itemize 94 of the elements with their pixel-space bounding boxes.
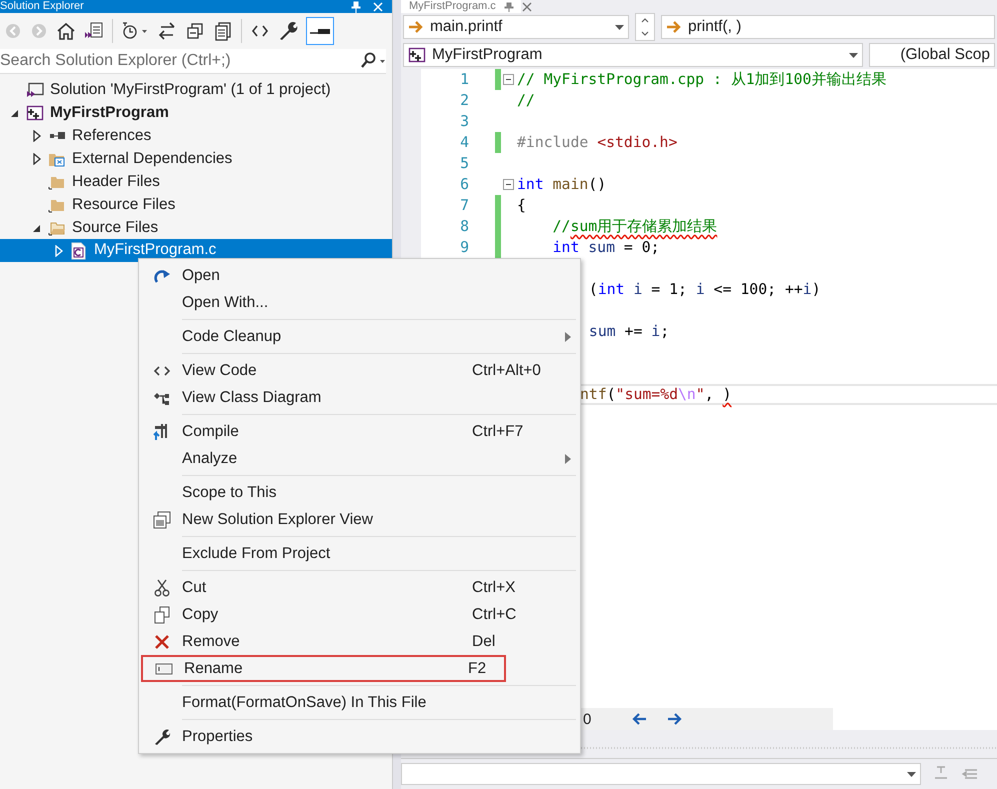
- code-line: #include <stdio.h>: [517, 134, 678, 151]
- history-clock-icon[interactable]: [121, 21, 149, 41]
- tree-item[interactable]: References: [72, 127, 152, 144]
- collapse-all-icon[interactable]: [185, 21, 205, 41]
- dropdown-caret-icon[interactable]: [849, 52, 858, 58]
- menu-item[interactable]: Scope to This: [141, 479, 578, 506]
- sync-icon[interactable]: [157, 21, 177, 41]
- menu-item[interactable]: Format(FormatOnSave) In This File: [141, 689, 578, 716]
- collapsed-arrow-icon[interactable]: [32, 130, 42, 142]
- preview-toggle-button[interactable]: [306, 17, 334, 45]
- tab-label: MyFirstProgram.c: [409, 0, 496, 13]
- spin-buttons[interactable]: [635, 13, 655, 41]
- collapse-box-icon[interactable]: [503, 74, 514, 85]
- collapsed-arrow-icon[interactable]: [32, 152, 42, 164]
- menu-item[interactable]: View Code Ctrl+Alt+0: [141, 357, 578, 384]
- line-number: 9: [459, 239, 469, 256]
- line-number: 4: [459, 134, 469, 151]
- line-number: 3: [459, 113, 469, 130]
- tree-item[interactable]: External Dependencies: [72, 150, 232, 167]
- scissors-icon: [154, 578, 170, 596]
- menu-item[interactable]: Analyze: [141, 445, 578, 472]
- menu-item[interactable]: New Solution Explorer View: [141, 506, 578, 533]
- dropdown-value: printf(, ): [688, 18, 742, 36]
- tree-item[interactable]: Solution 'MyFirstProgram' (1 of 1 project): [50, 81, 331, 98]
- project-icon: [26, 104, 44, 120]
- wrench-icon: [152, 728, 170, 746]
- dropdown-caret-icon[interactable]: [615, 24, 624, 30]
- code-line: int sum = 0;: [552, 239, 660, 256]
- windows-icon: [152, 510, 170, 528]
- tree-item[interactable]: Header Files: [72, 173, 160, 190]
- collapse-box-icon[interactable]: [503, 179, 514, 190]
- tree-item[interactable]: Source Files: [72, 219, 158, 236]
- copy-icon: [154, 606, 170, 624]
- menu-item[interactable]: Cut Ctrl+X: [141, 574, 578, 601]
- search-field[interactable]: Search Solution Explorer (Ctrl+;): [0, 49, 386, 74]
- dropdown-value: MyFirstProgram: [432, 46, 544, 64]
- project-dropdown[interactable]: MyFirstProgram: [403, 43, 864, 67]
- code-line: //sum用于存储累加结果: [552, 217, 718, 236]
- dropdown-value: main.printf: [430, 18, 504, 36]
- menu-item[interactable]: Remove Del: [141, 628, 578, 655]
- line-number: 2: [459, 92, 469, 109]
- code-icon: [152, 364, 170, 378]
- wrench-icon[interactable]: [278, 21, 298, 41]
- arrow-left-icon[interactable]: [631, 712, 648, 726]
- tree-item[interactable]: MyFirstProgram: [50, 104, 169, 121]
- menu-item[interactable]: Compile Ctrl+F7: [141, 418, 578, 445]
- expanded-arrow-icon[interactable]: [32, 222, 42, 232]
- code-line: // MyFirstProgram.cpp : 从1加到100并输出结果: [517, 70, 886, 89]
- redo-arrow-icon: [152, 268, 170, 284]
- menu-item[interactable]: Properties: [141, 723, 578, 750]
- line-number: 7: [459, 197, 469, 214]
- line-number: 1: [459, 71, 469, 88]
- dropdown-value: (Global Scop: [900, 46, 990, 64]
- scope-dropdown[interactable]: (Global Scop: [869, 43, 995, 67]
- dropdown-caret-icon[interactable]: [907, 772, 916, 776]
- count-label: 0: [583, 710, 592, 728]
- expanded-arrow-icon[interactable]: [10, 108, 20, 118]
- menu-item[interactable]: Exclude From Project: [141, 540, 578, 567]
- menu-item[interactable]: Code Cleanup: [141, 323, 578, 350]
- search-icon[interactable]: [360, 52, 386, 70]
- rename-icon: [154, 662, 172, 676]
- menu-item[interactable]: Rename F2: [141, 655, 506, 682]
- code-line: ntf("sum=%d\n", ): [579, 386, 732, 403]
- function-dropdown[interactable]: printf(, ): [661, 15, 995, 39]
- menu-item[interactable]: Open With...: [141, 289, 578, 316]
- solution-switch-icon[interactable]: [84, 21, 104, 41]
- member-dropdown[interactable]: main.printf: [403, 15, 629, 39]
- panel-title: Solution Explorer: [0, 0, 84, 13]
- show-all-files-icon[interactable]: [213, 21, 233, 41]
- code-line: sum += i;: [588, 323, 670, 340]
- project-icon: [408, 47, 426, 63]
- close-icon[interactable]: [522, 2, 532, 12]
- menu-item[interactable]: Copy Ctrl+C: [141, 601, 578, 628]
- line-number: 5: [459, 155, 469, 172]
- code-line: //: [517, 92, 535, 109]
- tree-item[interactable]: Resource Files: [72, 196, 176, 213]
- home-icon[interactable]: [56, 21, 76, 41]
- code-line: (int i = 1; i <= 100; ++i): [588, 281, 821, 298]
- menu-item[interactable]: Open: [141, 262, 578, 289]
- arrow-right-icon[interactable]: [667, 712, 684, 726]
- preview-icon[interactable]: [309, 26, 331, 36]
- line-number: 8: [459, 218, 469, 235]
- menu-item[interactable]: View Class Diagram: [141, 384, 578, 411]
- open-folder-icon: [48, 220, 66, 236]
- line-number: 6: [459, 176, 469, 193]
- pin-icon[interactable]: [504, 2, 514, 12]
- arrow-right-icon: [666, 20, 682, 34]
- c-file-icon: [70, 242, 86, 260]
- remove-icon: [154, 634, 170, 650]
- tree-item-label: MyFirstProgram.c: [94, 240, 216, 258]
- solution-icon: [26, 82, 44, 98]
- arrow-right-icon: [408, 20, 424, 34]
- code-line: int main(): [517, 176, 606, 193]
- code-line: {: [517, 197, 526, 214]
